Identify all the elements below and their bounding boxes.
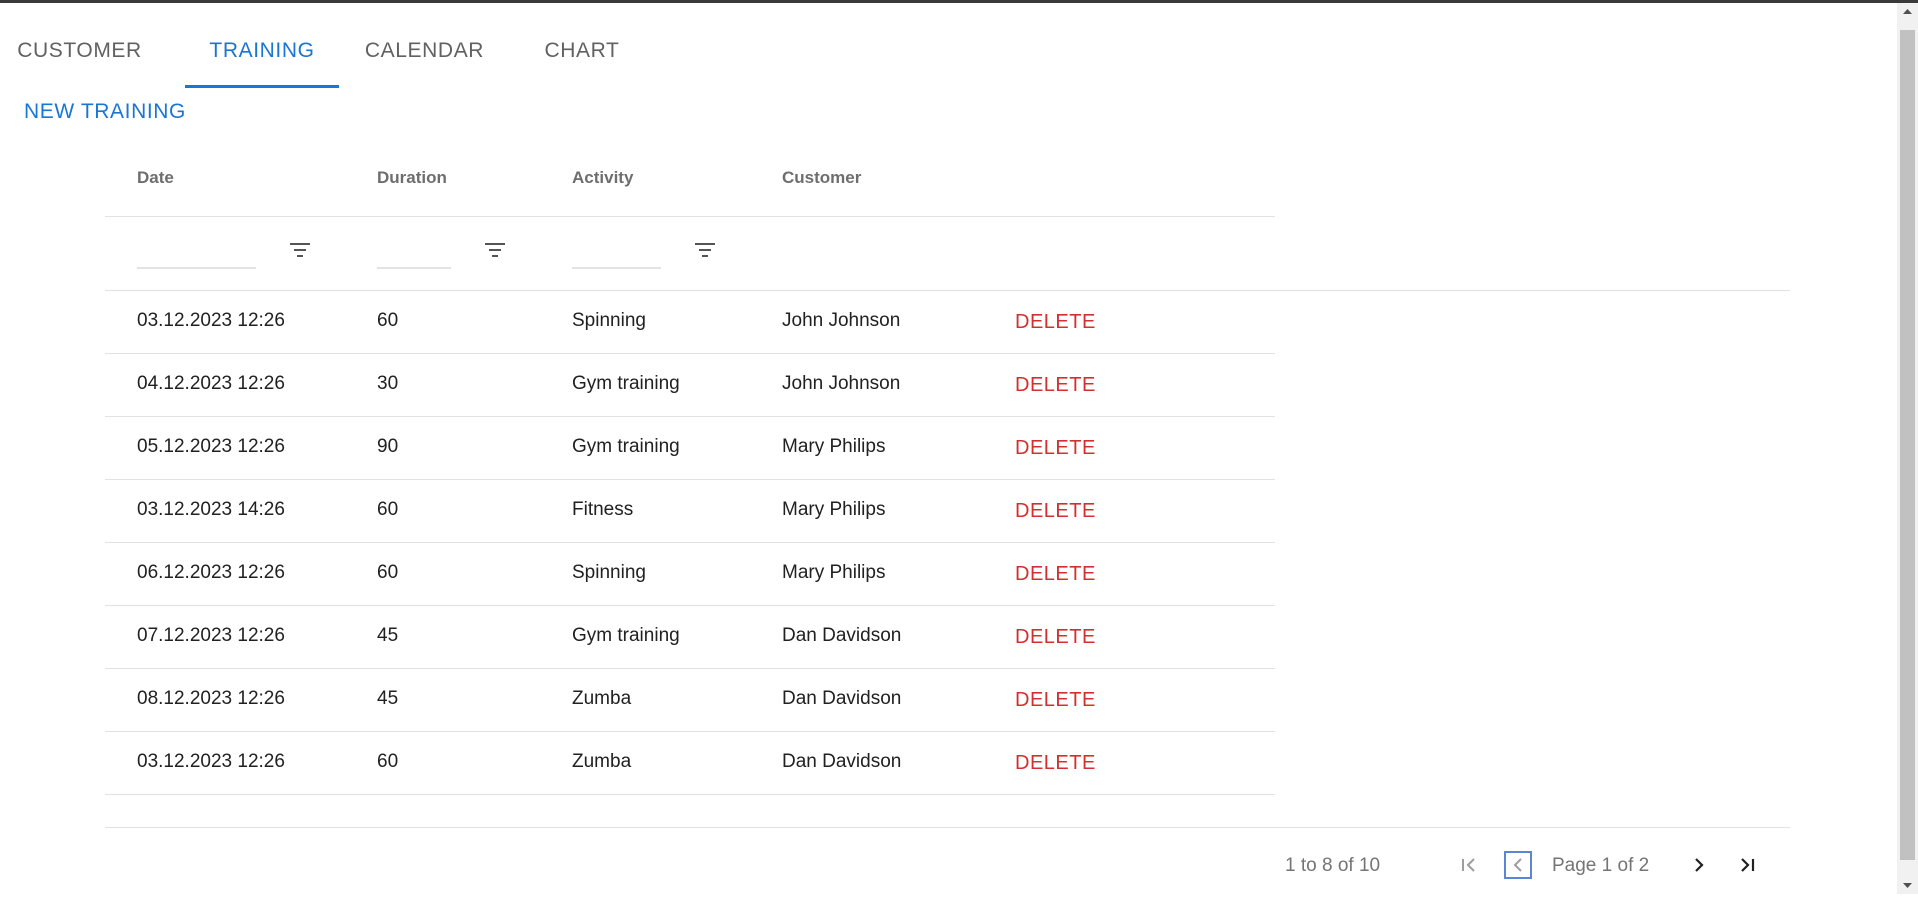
duration-cell: 60 (377, 751, 399, 772)
column-header-date[interactable]: Date (137, 168, 174, 188)
table-row[interactable]: 08.12.2023 12:26 45 Zumba Dan Davidson D… (105, 669, 1275, 732)
pagination-panel: 1 to 8 of 10 Page 1 of 2 (105, 828, 1790, 892)
customer-cell: John Johnson (782, 310, 901, 331)
customer-cell: Dan Davidson (782, 625, 902, 646)
vertical-scrollbar[interactable] (1897, 3, 1918, 894)
customer-cell: John Johnson (782, 373, 901, 394)
activity-cell: Gym training (572, 373, 680, 394)
activity-cell: Gym training (572, 436, 680, 457)
row-count-summary: 1 to 8 of 10 (1285, 855, 1381, 876)
activity-cell: Zumba (572, 751, 632, 772)
date-cell: 08.12.2023 12:26 (137, 688, 285, 709)
table-row[interactable]: 03.12.2023 12:26 60 Spinning John Johnso… (105, 291, 1275, 354)
table-row[interactable]: 07.12.2023 12:26 45 Gym training Dan Dav… (105, 606, 1275, 669)
tab-calendar-label: CALENDAR (364, 39, 485, 62)
window-top-border (0, 0, 1918, 3)
activity-filter-input[interactable] (572, 237, 661, 269)
customer-cell: Dan Davidson (782, 688, 902, 709)
table-row[interactable]: 04.12.2023 12:26 30 Gym training John Jo… (105, 354, 1275, 417)
delete-button[interactable]: DELETE (1015, 626, 1096, 649)
activity-cell: Fitness (572, 499, 634, 520)
date-cell: 03.12.2023 14:26 (137, 499, 285, 520)
column-header-duration[interactable]: Duration (377, 168, 447, 188)
first-page-icon[interactable] (1455, 851, 1483, 879)
filter-icon[interactable] (289, 241, 311, 259)
duration-cell: 60 (377, 499, 399, 520)
tab-training[interactable]: TRAINING (185, 16, 339, 88)
scroll-down-arrow-icon[interactable] (1897, 877, 1918, 894)
tab-customer-label: CUSTOMER (17, 39, 142, 62)
delete-button[interactable]: DELETE (1015, 437, 1096, 460)
last-page-icon[interactable] (1733, 851, 1761, 879)
delete-button[interactable]: DELETE (1015, 311, 1096, 334)
grid-body: 03.12.2023 12:26 60 Spinning John Johnso… (105, 291, 1275, 795)
page-indicator: Page 1 of 2 (1552, 855, 1650, 876)
activity-cell: Gym training (572, 625, 680, 646)
filter-icon[interactable] (484, 241, 506, 259)
duration-cell: 30 (377, 373, 399, 394)
activity-cell: Spinning (572, 562, 646, 583)
customer-cell: Dan Davidson (782, 751, 902, 772)
duration-cell: 45 (377, 688, 399, 709)
tab-chart[interactable]: CHART (522, 16, 642, 88)
table-row[interactable]: 06.12.2023 12:26 60 Spinning Mary Philip… (105, 543, 1275, 606)
tab-chart-label: CHART (544, 39, 620, 62)
column-header-customer[interactable]: Customer (782, 168, 861, 188)
scroll-up-arrow-icon[interactable] (1897, 3, 1918, 20)
table-row[interactable]: 03.12.2023 14:26 60 Fitness Mary Philips… (105, 480, 1275, 543)
duration-cell: 90 (377, 436, 399, 457)
previous-page-icon[interactable] (1504, 851, 1532, 879)
date-cell: 03.12.2023 12:26 (137, 751, 285, 772)
activity-cell: Spinning (572, 310, 646, 331)
customer-cell: Mary Philips (782, 562, 886, 583)
customer-cell: Mary Philips (782, 499, 886, 520)
new-training-button[interactable]: NEW TRAINING (24, 100, 186, 124)
tab-calendar[interactable]: CALENDAR (352, 16, 497, 88)
grid-header-row: Date Duration Activity Customer (105, 150, 1275, 217)
customer-cell: Mary Philips (782, 436, 886, 457)
tab-training-label: TRAINING (209, 39, 315, 62)
active-tab-indicator (185, 85, 339, 88)
duration-cell: 45 (377, 625, 399, 646)
tab-customer[interactable]: CUSTOMER (12, 16, 147, 88)
date-filter-input[interactable] (137, 237, 256, 269)
activity-cell: Zumba (572, 688, 632, 709)
grid-filter-row (105, 217, 1790, 291)
date-cell: 05.12.2023 12:26 (137, 436, 285, 457)
date-cell: 04.12.2023 12:26 (137, 373, 285, 394)
duration-cell: 60 (377, 562, 399, 583)
delete-button[interactable]: DELETE (1015, 563, 1096, 586)
table-row[interactable]: 05.12.2023 12:26 90 Gym training Mary Ph… (105, 417, 1275, 480)
date-cell: 03.12.2023 12:26 (137, 310, 285, 331)
delete-button[interactable]: DELETE (1015, 752, 1096, 775)
filter-icon[interactable] (694, 241, 716, 259)
delete-button[interactable]: DELETE (1015, 689, 1096, 712)
next-page-icon[interactable] (1685, 851, 1713, 879)
date-cell: 07.12.2023 12:26 (137, 625, 285, 646)
column-header-activity[interactable]: Activity (572, 168, 633, 188)
date-cell: 06.12.2023 12:26 (137, 562, 285, 583)
delete-button[interactable]: DELETE (1015, 374, 1096, 397)
table-row[interactable]: 03.12.2023 12:26 60 Zumba Dan Davidson D… (105, 732, 1275, 795)
duration-filter-input[interactable] (377, 237, 451, 269)
scrollbar-thumb[interactable] (1900, 30, 1915, 860)
duration-cell: 60 (377, 310, 399, 331)
delete-button[interactable]: DELETE (1015, 500, 1096, 523)
